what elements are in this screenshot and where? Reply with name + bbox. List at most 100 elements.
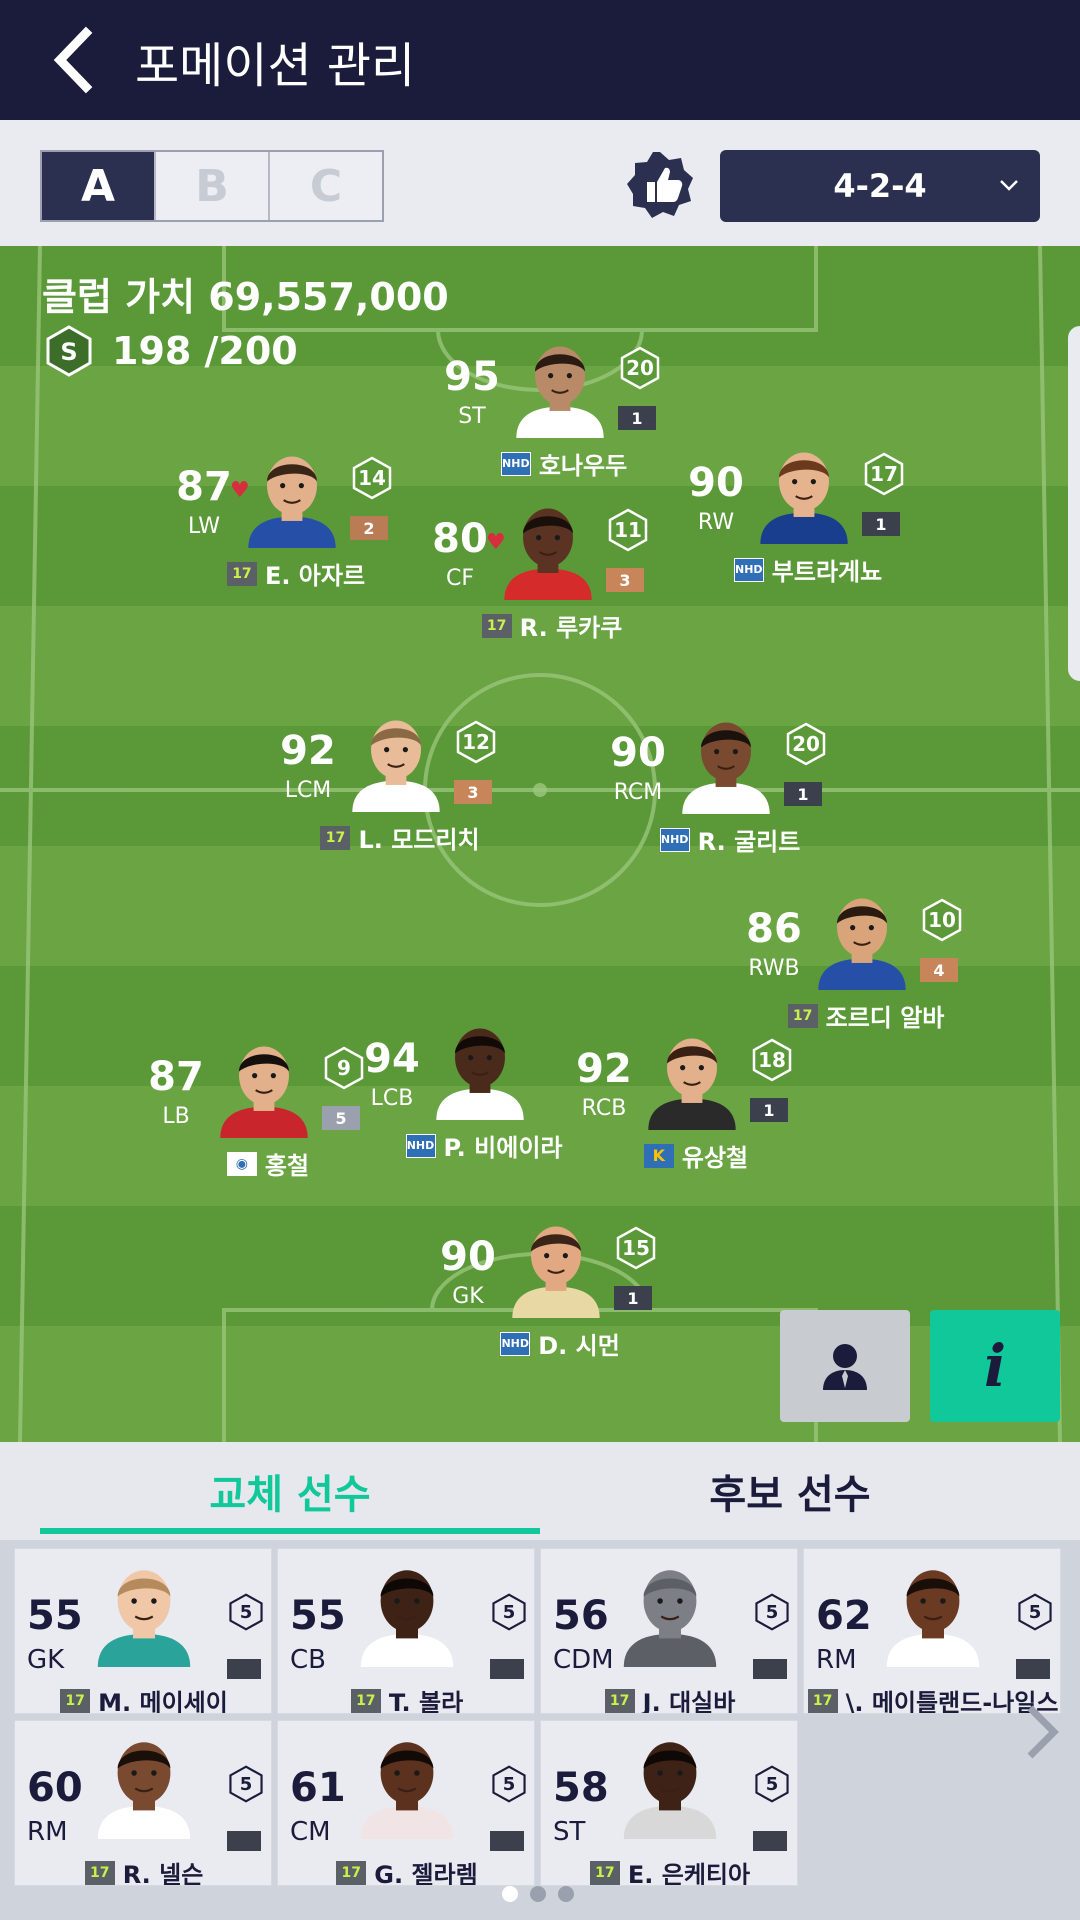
player-ovr: 94 bbox=[364, 1036, 420, 1082]
player-portrait bbox=[496, 496, 600, 600]
player-ovr: 86 bbox=[746, 906, 802, 952]
tab-substitutes[interactable]: 교체 선수 bbox=[40, 1462, 540, 1520]
player-position: LB bbox=[162, 1104, 190, 1129]
back-button[interactable] bbox=[40, 25, 110, 95]
season-icon: NHD bbox=[500, 451, 531, 476]
enhance-level: 2 bbox=[350, 516, 388, 540]
enhance-level bbox=[1016, 1659, 1050, 1679]
chevron-right-icon[interactable] bbox=[1020, 1702, 1064, 1762]
season-icon: NHD bbox=[405, 1133, 436, 1158]
formation-management-screen: 포메이션 관리 A B C 4-2-4 클럽 가치 69,557,000 S 1… bbox=[0, 0, 1080, 1920]
salary-badge: 5 bbox=[753, 1765, 791, 1803]
bench-panel: 55 GK 5 17 M. 메이세이 55 CB 5 17 T. 볼라 56 CDM 5 17 J. 대실바… bbox=[0, 1540, 1080, 1920]
player-ovr: 92 bbox=[280, 728, 336, 774]
season-icon: 17 bbox=[807, 1688, 838, 1713]
svg-text:S: S bbox=[60, 338, 77, 366]
player-ovr: 80 bbox=[432, 516, 488, 562]
page-dot[interactable] bbox=[558, 1886, 574, 1902]
pitch-player[interactable]: 94 LCB NHD P. 비에이라 bbox=[364, 1016, 604, 1216]
player-name: 홍철 bbox=[264, 1152, 310, 1180]
player-name-row: 17 E. 아자르 bbox=[176, 556, 416, 591]
enhance-level: 1 bbox=[784, 782, 822, 806]
season-icon: 17 bbox=[226, 561, 257, 586]
page-dot[interactable] bbox=[502, 1886, 518, 1902]
tab-b[interactable]: B bbox=[156, 152, 270, 220]
bench-player-card[interactable]: 62 RM 5 17 \. 메이틀랜드-나일스 bbox=[803, 1548, 1061, 1714]
player-position: LCB bbox=[370, 1086, 414, 1111]
info-button[interactable]: i bbox=[930, 1310, 1060, 1422]
player-ovr: 90 bbox=[440, 1234, 496, 1280]
pitch-player[interactable]: 87 LW ♥ 14 2 17 E. 아자르 bbox=[176, 444, 416, 644]
player-name-row: NHD D. 시먼 bbox=[440, 1326, 680, 1361]
squad-cost: S 198 /200 bbox=[42, 324, 298, 378]
player-name: 호나우두 bbox=[538, 452, 628, 480]
season-icon: 17 bbox=[589, 1860, 620, 1885]
squad-cost-value: 198 /200 bbox=[112, 329, 298, 373]
season-icon: 17 bbox=[60, 1688, 91, 1713]
player-name: G. 젤라렘 bbox=[374, 1861, 478, 1886]
salary-badge: 20 bbox=[784, 722, 828, 766]
chevron-left-icon bbox=[53, 26, 93, 94]
player-name: P. 비에이라 bbox=[443, 1134, 563, 1162]
formation-select[interactable]: 4-2-4 bbox=[720, 150, 1040, 222]
pitch-player[interactable]: 80 CF ♥ 11 3 17 R. 루카쿠 bbox=[432, 496, 672, 696]
pitch-player[interactable]: 92 RCB 18 1 K 유상철 bbox=[576, 1026, 816, 1226]
player-portrait bbox=[504, 1214, 608, 1318]
active-tab-indicator bbox=[40, 1528, 540, 1534]
season-icon: 17 bbox=[481, 613, 512, 638]
pitch: 클럽 가치 69,557,000 S 198 /200 95 ST 20 1 NHD 호나… bbox=[0, 246, 1080, 1442]
salary-badge: 20 bbox=[618, 346, 662, 390]
bench-player-card[interactable]: 55 GK 5 17 M. 메이세이 bbox=[14, 1548, 272, 1714]
player-position: LW bbox=[188, 514, 220, 539]
pitch-player[interactable]: 90 RW 17 1 NHD 부트라게뇨 bbox=[688, 440, 928, 640]
bench-player-card[interactable]: 61 CM 5 17 G. 젤라렘 bbox=[277, 1720, 535, 1886]
tab-reserves[interactable]: 후보 선수 bbox=[540, 1462, 1040, 1520]
player-position: ST bbox=[553, 1817, 586, 1847]
tab-c[interactable]: C bbox=[270, 152, 382, 220]
player-name: R. 루카쿠 bbox=[519, 614, 623, 642]
bench-player-card[interactable]: 60 RM 5 17 R. 넬슨 bbox=[14, 1720, 272, 1886]
player-name: T. 볼라 bbox=[388, 1689, 464, 1714]
player-portrait bbox=[428, 1016, 532, 1120]
enhance-level: 3 bbox=[606, 568, 644, 592]
formation-value: 4-2-4 bbox=[833, 167, 927, 205]
pitch-player[interactable]: 92 LCM 12 3 17 L. 모드리치 bbox=[280, 708, 520, 908]
pitch-player[interactable]: 87 LB 9 5 ◉ 홍철 bbox=[148, 1034, 388, 1234]
player-name-row: NHD 호나우두 bbox=[444, 446, 684, 481]
bench-player-card[interactable]: 55 CB 5 17 T. 볼라 bbox=[277, 1548, 535, 1714]
player-name-row: 17 E. 은케티아 bbox=[541, 1855, 797, 1886]
player-ovr: 90 bbox=[610, 730, 666, 776]
salary-badge: 5 bbox=[753, 1593, 791, 1631]
bench-player-card[interactable]: 56 CDM 5 17 J. 대실바 bbox=[540, 1548, 798, 1714]
toolbar: A B C 4-2-4 bbox=[0, 120, 1080, 246]
bench-player-card[interactable]: 58 ST 5 17 E. 은케티아 bbox=[540, 1720, 798, 1886]
pitch-player[interactable]: 90 RCM 20 1 NHD R. 굴리트 bbox=[610, 710, 850, 910]
salary-badge: 10 bbox=[920, 898, 964, 942]
season-icon: NHD bbox=[659, 827, 690, 852]
player-ovr: 55 bbox=[27, 1593, 83, 1639]
pitch-player[interactable]: 90 GK 15 1 NHD D. 시먼 bbox=[440, 1214, 680, 1414]
player-name-row: 17 R. 루카쿠 bbox=[432, 608, 672, 643]
player-ovr: 60 bbox=[27, 1765, 83, 1811]
season-icon: 17 bbox=[336, 1860, 367, 1885]
player-name-row: NHD 부트라게뇨 bbox=[688, 552, 928, 587]
player-ovr: 56 bbox=[553, 1593, 609, 1639]
salary-badge: 11 bbox=[606, 508, 650, 552]
side-drawer-handle[interactable] bbox=[1068, 326, 1080, 681]
salary-badge: 9 bbox=[322, 1046, 366, 1090]
page-dot[interactable] bbox=[530, 1886, 546, 1902]
player-portrait bbox=[752, 440, 856, 544]
player-position: RW bbox=[697, 510, 735, 535]
player-portrait bbox=[878, 1557, 988, 1667]
player-name: R. 넬슨 bbox=[122, 1861, 204, 1886]
tab-a[interactable]: A bbox=[42, 152, 156, 220]
player-name: E. 은케티아 bbox=[627, 1861, 751, 1886]
player-portrait bbox=[615, 1729, 725, 1839]
manager-button[interactable] bbox=[780, 1310, 910, 1422]
enhance-level: 1 bbox=[614, 1286, 652, 1310]
player-position: RCM bbox=[613, 780, 663, 805]
salary-badge: 5 bbox=[227, 1593, 265, 1631]
player-name-row: 17 R. 넬슨 bbox=[15, 1855, 271, 1886]
thumbs-up-icon[interactable] bbox=[625, 150, 695, 220]
season-icon: 17 bbox=[84, 1860, 115, 1885]
